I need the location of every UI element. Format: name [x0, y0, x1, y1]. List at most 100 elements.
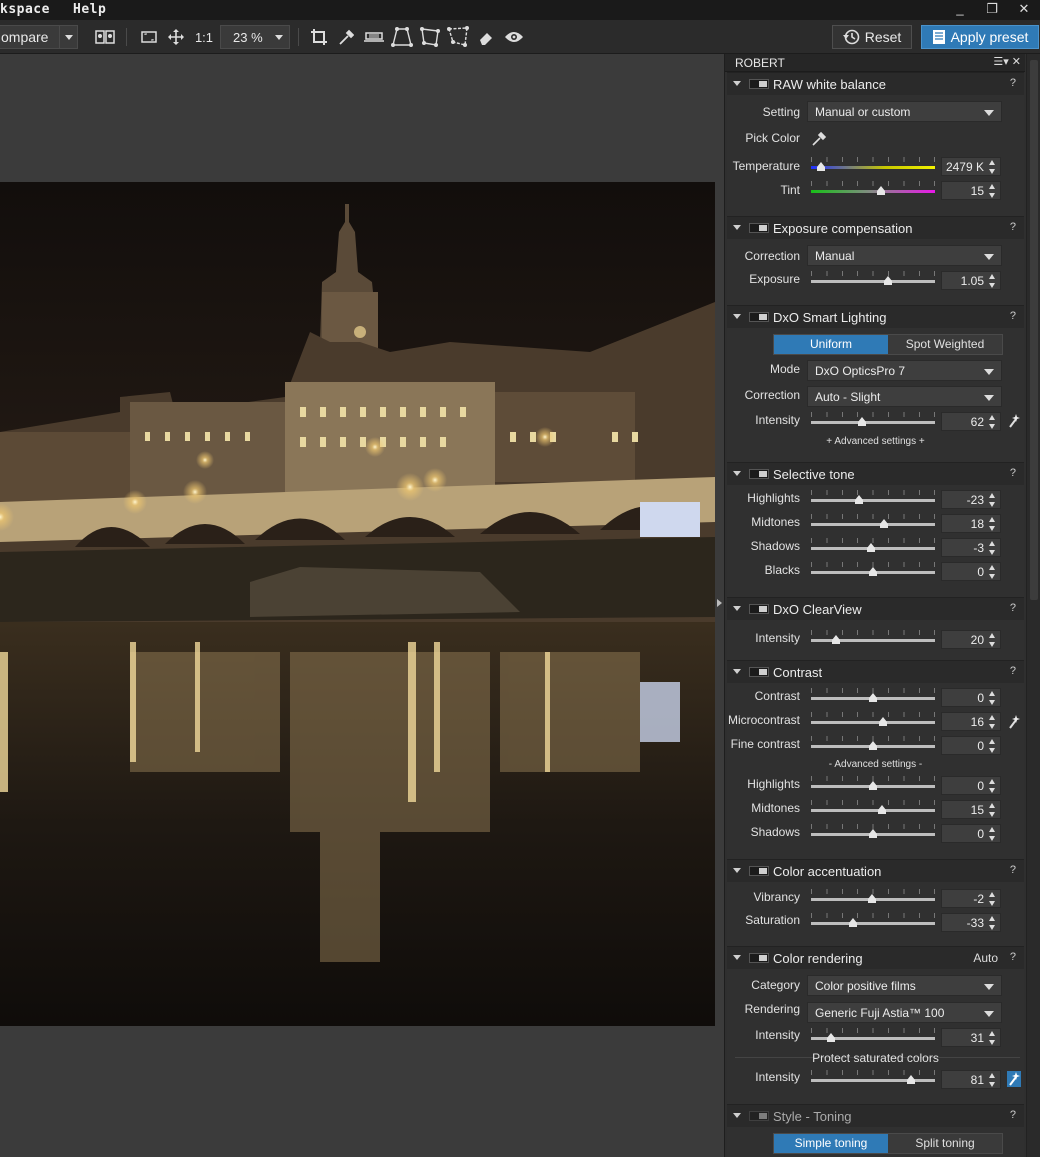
tint-field[interactable]: 15: [941, 181, 1001, 200]
slider[interactable]: [811, 688, 935, 702]
saturation-thumb[interactable]: [849, 918, 857, 927]
zoom-100-button[interactable]: 1:1: [192, 25, 216, 49]
spin-arrows-icon[interactable]: [988, 183, 997, 199]
smart-lighting-mode-select[interactable]: DxO OpticsPro 7: [807, 360, 1002, 381]
tint-slider[interactable]: [811, 181, 935, 195]
help-icon[interactable]: ?: [1010, 77, 1016, 89]
value-field[interactable]: 0: [941, 562, 1001, 581]
collapse-triangle-icon[interactable]: [733, 955, 741, 960]
saturation-field[interactable]: -33: [941, 913, 1001, 932]
spin-arrows-icon[interactable]: [988, 714, 997, 730]
wb-setting-select[interactable]: Manual or custom: [807, 101, 1002, 122]
spin-arrows-icon[interactable]: [988, 826, 997, 842]
slider-thumb[interactable]: [869, 781, 877, 790]
menu-workspace[interactable]: kspace: [0, 2, 50, 17]
help-icon[interactable]: ?: [1010, 951, 1016, 963]
minimize-button[interactable]: _: [944, 0, 976, 20]
collapse-triangle-icon[interactable]: [733, 314, 741, 319]
horizon-button[interactable]: [362, 25, 386, 49]
section-header[interactable]: Contrast ?: [727, 661, 1024, 683]
help-icon[interactable]: ?: [1010, 602, 1016, 614]
slider-thumb[interactable]: [867, 543, 876, 552]
slider[interactable]: [811, 712, 935, 726]
section-toggle[interactable]: [749, 604, 769, 614]
collapse-triangle-icon[interactable]: [733, 868, 741, 873]
section-header[interactable]: DxO Smart Lighting ?: [727, 306, 1024, 328]
value-field[interactable]: 18: [941, 514, 1001, 533]
spin-arrows-icon[interactable]: [988, 802, 997, 818]
slider[interactable]: [811, 800, 935, 814]
protect-intensity-field[interactable]: 81: [941, 1070, 1001, 1089]
spin-arrows-icon[interactable]: [988, 540, 997, 556]
smart-lighting-intensity-slider[interactable]: [811, 412, 935, 426]
rendering-select[interactable]: Generic Fuji Astia™ 100: [807, 1002, 1002, 1023]
perspective-rect-button[interactable]: [418, 25, 442, 49]
section-header[interactable]: Exposure compensation ?: [727, 217, 1024, 239]
slider[interactable]: [811, 562, 935, 576]
section-header[interactable]: DxO ClearView ?: [727, 598, 1024, 620]
vibrancy-thumb[interactable]: [868, 894, 876, 903]
spin-arrows-icon[interactable]: [988, 516, 997, 532]
tint-thumb[interactable]: [877, 186, 885, 195]
section-header[interactable]: Style - Toning ?: [727, 1105, 1024, 1127]
scroll-thumb[interactable]: [1030, 60, 1038, 600]
spin-arrows-icon[interactable]: [988, 891, 997, 907]
exposure-field[interactable]: 1.05: [941, 271, 1001, 290]
help-icon[interactable]: ?: [1010, 1109, 1016, 1121]
perspective-free-button[interactable]: [446, 25, 470, 49]
collapse-triangle-icon[interactable]: [733, 669, 741, 674]
close-window-button[interactable]: ✕: [1008, 0, 1040, 20]
slider-thumb[interactable]: [869, 567, 877, 576]
exposure-correction-select[interactable]: Manual: [807, 245, 1002, 266]
vibrancy-slider[interactable]: [811, 889, 935, 903]
protect-intensity-slider[interactable]: [811, 1070, 935, 1084]
spin-arrows-icon[interactable]: [988, 564, 997, 580]
exposure-thumb[interactable]: [884, 276, 892, 285]
preview-button[interactable]: [502, 25, 526, 49]
smart-lighting-correction-select[interactable]: Auto - Slight: [807, 386, 1002, 407]
rendering-intensity-field[interactable]: 31: [941, 1028, 1001, 1047]
zoom-dropdown[interactable]: 23 %: [220, 25, 290, 49]
saturation-slider[interactable]: [811, 913, 935, 927]
collapse-triangle-icon[interactable]: [733, 471, 741, 476]
menu-help[interactable]: Help: [73, 2, 106, 17]
apply-preset-button[interactable]: Apply preset: [921, 25, 1039, 49]
help-icon[interactable]: ?: [1010, 310, 1016, 322]
slider-thumb[interactable]: [880, 519, 889, 528]
spin-arrows-icon[interactable]: [988, 159, 997, 175]
slider[interactable]: [811, 824, 935, 838]
value-field[interactable]: 15: [941, 800, 1001, 819]
retouch-button[interactable]: [476, 25, 496, 49]
value-field[interactable]: 0: [941, 776, 1001, 795]
seg-simple-toning[interactable]: Simple toning: [774, 1134, 888, 1153]
section-toggle[interactable]: [749, 953, 769, 963]
slider-thumb[interactable]: [878, 805, 887, 814]
vibrancy-field[interactable]: -2: [941, 889, 1001, 908]
section-toggle[interactable]: [749, 1111, 769, 1121]
spin-arrows-icon[interactable]: [988, 738, 997, 754]
reset-button[interactable]: Reset: [832, 25, 912, 49]
slider-thumb[interactable]: [854, 495, 863, 504]
intensity-thumb[interactable]: [827, 1033, 835, 1042]
white-balance-picker-button[interactable]: [336, 25, 356, 49]
spin-arrows-icon[interactable]: [988, 414, 997, 430]
magic-wand-icon[interactable]: [1007, 1071, 1021, 1087]
advanced-settings-toggle[interactable]: + Advanced settings +: [727, 436, 1024, 447]
panel-scrollbar[interactable]: [1026, 54, 1040, 1157]
temperature-field[interactable]: 2479 K: [941, 157, 1001, 176]
image-viewer[interactable]: [0, 54, 724, 1157]
photo-preview[interactable]: [0, 182, 715, 1026]
exposure-slider[interactable]: [811, 271, 935, 285]
spin-arrows-icon[interactable]: [988, 632, 997, 648]
value-field[interactable]: -3: [941, 538, 1001, 557]
section-toggle[interactable]: [749, 312, 769, 322]
collapse-triangle-icon[interactable]: [733, 225, 741, 230]
spin-arrows-icon[interactable]: [988, 273, 997, 289]
section-toggle[interactable]: [749, 866, 769, 876]
pan-button[interactable]: [166, 25, 186, 49]
help-icon[interactable]: ?: [1010, 864, 1016, 876]
temperature-slider[interactable]: [811, 157, 935, 171]
slider[interactable]: [811, 736, 935, 750]
temperature-thumb[interactable]: [817, 162, 825, 171]
magic-wand-icon[interactable]: [1007, 413, 1021, 429]
